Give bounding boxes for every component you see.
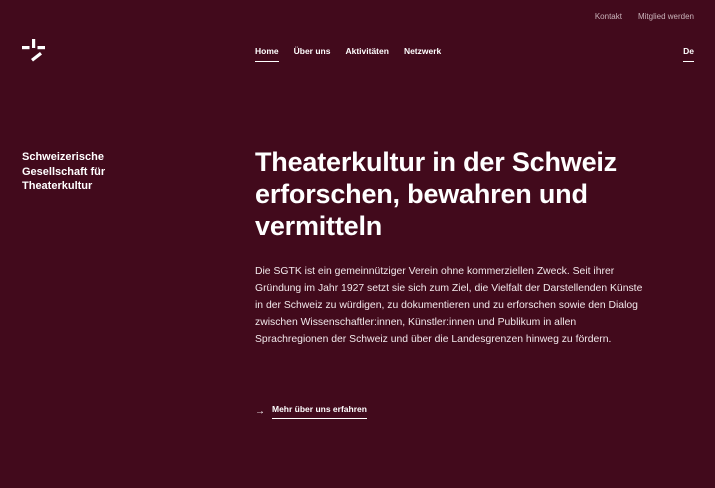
nav-item-activities[interactable]: Aktivitäten: [345, 46, 388, 62]
sgtk-logo-icon[interactable]: [22, 39, 46, 63]
logo-mark: [22, 39, 45, 62]
nav-item-network[interactable]: Netzwerk: [404, 46, 441, 62]
learn-more-label: Mehr über uns erfahren: [272, 404, 367, 419]
page-headline: Theaterkultur in der Schweiz erforschen,…: [255, 147, 617, 241]
intro-paragraph: Die SGTK ist ein gemeinnütziger Verein o…: [255, 266, 643, 345]
utility-nav: Kontakt Mitglied werden: [595, 12, 694, 21]
arrow-right-icon: →: [255, 405, 265, 417]
nav-item-about[interactable]: Über uns: [294, 46, 331, 62]
nav-item-home[interactable]: Home: [255, 46, 279, 62]
main-nav: Home Über uns Aktivitäten Netzwerk: [255, 46, 441, 62]
organization-name: Schweizerische Gesellschaft für Theaterk…: [22, 151, 106, 192]
language-switcher[interactable]: De: [683, 46, 694, 62]
learn-more-link[interactable]: → Mehr über uns erfahren: [255, 404, 367, 419]
contact-link[interactable]: Kontakt: [595, 12, 622, 21]
become-member-link[interactable]: Mitglied werden: [638, 12, 694, 21]
page: Kontakt Mitglied werden Home Über uns Ak…: [0, 0, 715, 488]
